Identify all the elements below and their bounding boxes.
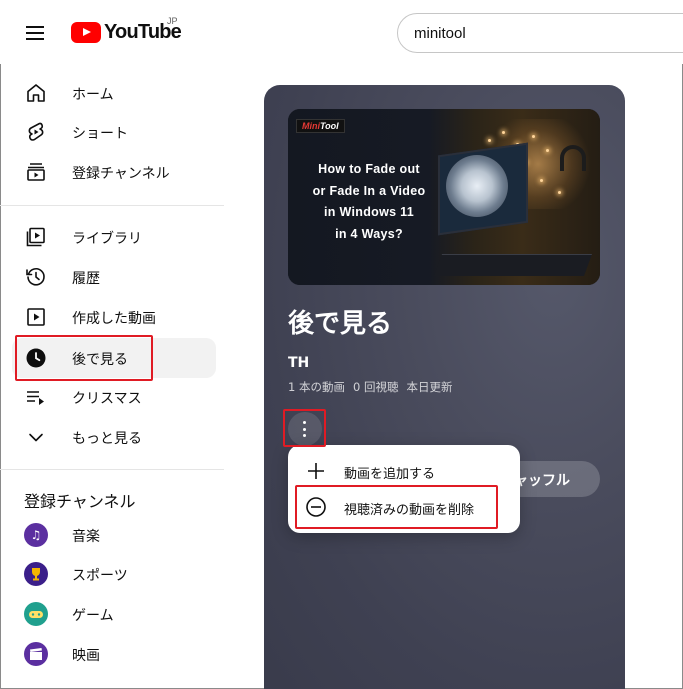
sidebar-item-label: 履歴	[72, 271, 100, 287]
sidebar-channel-sports[interactable]: スポーツ	[12, 554, 216, 594]
sidebar-item-label: 映画	[72, 648, 100, 664]
logo-region: JP	[167, 16, 178, 26]
sidebar-item-label: ショート	[72, 126, 128, 142]
library-icon	[24, 225, 48, 249]
trophy-icon	[24, 562, 48, 586]
sidebar-divider	[0, 205, 224, 206]
sidebar-item-label: 登録チャンネル	[72, 166, 170, 182]
updated-date: 本日更新	[406, 380, 453, 394]
menu-item-label: 視聴済みの動画を削除	[344, 503, 475, 518]
masthead: YouTube JP	[0, 0, 683, 64]
sidebar-divider	[0, 469, 224, 470]
subscriptions-icon	[24, 160, 48, 184]
sidebar-item-label: クリスマス	[72, 391, 142, 407]
minitool-brand: MiniTool	[296, 119, 345, 133]
menu-item-label: 動画を追加する	[344, 467, 436, 482]
sidebar-item-subscriptions[interactable]: 登録チャンネル	[12, 152, 216, 192]
watch-later-icon	[24, 346, 48, 370]
youtube-play-icon	[71, 21, 101, 43]
more-actions-button[interactable]	[288, 412, 322, 446]
thumbnail-title: How to Fade out or Fade In a Video in Wi…	[312, 162, 426, 241]
sidebar-item-watch-later[interactable]: 後で見る	[12, 338, 216, 378]
playlist-actions-menu: 動画を追加する 視聴済みの動画を削除	[288, 445, 520, 533]
sidebar-channel-gaming[interactable]: ゲーム	[12, 594, 216, 634]
sidebar-item-label: ホーム	[72, 87, 114, 103]
menu-item-add-videos[interactable]: 動画を追加する	[288, 453, 520, 489]
sidebar-item-christmas-playlist[interactable]: クリスマス	[12, 377, 216, 417]
playlist-icon	[24, 385, 48, 409]
shorts-icon	[24, 120, 48, 144]
more-vert-icon	[303, 421, 307, 437]
playlist-stats: 1 本の動画 0 回視聴 本日更新	[288, 379, 452, 395]
sidebar-channel-music[interactable]: ♫ 音楽	[12, 515, 216, 555]
sidebar-item-label: ゲーム	[72, 608, 114, 624]
music-icon: ♫	[24, 523, 48, 547]
sidebar-channel-movies[interactable]: 映画	[12, 634, 216, 674]
sidebar-item-history[interactable]: 履歴	[12, 257, 216, 297]
sidebar-item-label: 音楽	[72, 529, 100, 545]
sidebar-item-label: スポーツ	[72, 568, 128, 584]
sidebar-item-home[interactable]: ホーム	[12, 73, 216, 113]
remove-circle-icon	[304, 495, 328, 519]
sidebar-item-label: 後で見る	[72, 352, 128, 368]
your-videos-icon	[24, 305, 48, 329]
hamburger-menu-icon[interactable]	[22, 22, 48, 44]
clapperboard-icon	[24, 642, 48, 666]
search-input[interactable]	[397, 13, 683, 53]
sidebar-item-library[interactable]: ライブラリ	[12, 217, 216, 257]
playlist-title: 後で見る	[288, 309, 393, 339]
sidebar: ホーム ショート 登録チャンネル ライブラリ 履歴 作成した動画 後で見る クリ…	[0, 64, 238, 689]
plus-icon	[304, 459, 328, 483]
shuffle-label: ャッフル	[514, 473, 570, 489]
playlist-owner[interactable]: TH	[288, 355, 309, 371]
youtube-logo[interactable]: YouTube JP	[71, 16, 182, 43]
gamepad-icon	[24, 602, 48, 626]
sidebar-item-label: ライブラリ	[72, 231, 142, 247]
subscriptions-section-title: 登録チャンネル	[24, 492, 136, 511]
home-icon	[24, 81, 48, 105]
view-count: 0 回視聴	[352, 380, 399, 394]
sidebar-item-your-videos[interactable]: 作成した動画	[12, 297, 216, 337]
playlist-thumbnail[interactable]: MiniTool How to Fade out or Fade In a Vi…	[288, 109, 600, 285]
sidebar-item-label: 作成した動画	[72, 311, 156, 327]
playlist-header-panel: MiniTool How to Fade out or Fade In a Vi…	[264, 85, 625, 689]
chevron-down-icon	[24, 425, 48, 449]
video-count: 1 本の動画	[288, 380, 345, 394]
history-icon	[24, 265, 48, 289]
menu-item-remove-watched[interactable]: 視聴済みの動画を削除	[288, 489, 520, 525]
sidebar-item-label: もっと見る	[72, 431, 142, 447]
headphones-icon	[560, 145, 586, 171]
sidebar-item-shorts[interactable]: ショート	[12, 112, 216, 152]
sidebar-item-show-more[interactable]: もっと見る	[12, 417, 216, 457]
